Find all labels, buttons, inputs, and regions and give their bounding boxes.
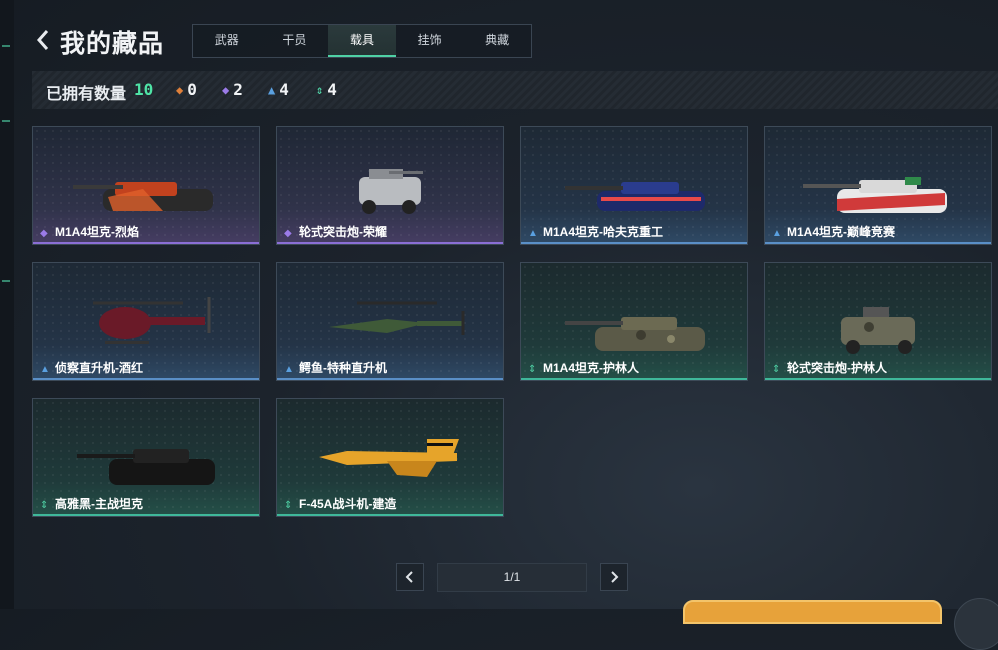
strip-marker [2,280,10,282]
vehicle-name: 高雅黑-主战坦克 [55,497,143,511]
chevron-right-icon [611,571,619,583]
bottom-action-button[interactable] [683,600,942,624]
green-arrows-icon: ⇕ [40,500,49,511]
vehicle-card[interactable]: ▲ M1A4坦克-哈夫克重工 [520,126,748,245]
tab-collection[interactable]: 典藏 [463,25,531,57]
owned-count-total: 10 [134,80,154,99]
chevron-left-icon [405,571,413,583]
green-arrows-icon: ⇕ [772,364,781,375]
strip-marker [2,120,10,122]
vehicle-name: 侦察直升机-酒红 [55,361,143,375]
purple-diamond-icon: ◆ [284,228,292,239]
green-arrows-icon: ⇕ [284,500,293,511]
left-edge-strip [0,0,14,609]
vehicle-name: 轮式突击炮-荣耀 [299,225,387,239]
back-arrow-icon[interactable] [34,28,54,52]
tab-weapons[interactable]: 武器 [193,25,261,57]
category-tabs: 武器 干员 载具 挂饰 典藏 [192,24,532,58]
page-indicator: 1/1 [437,563,587,592]
rarity-count-value: 4 [327,80,337,99]
vehicle-card[interactable]: ⇕ 轮式突击炮-护林人 [764,262,992,381]
rarity-purple-count: ◆ 2 [222,80,243,99]
vehicle-card[interactable]: ◆ M1A4坦克-烈焰 [32,126,260,245]
next-page-button[interactable] [600,563,628,591]
vehicle-name: M1A4坦克-护林人 [543,361,640,375]
rarity-count-value: 0 [187,80,197,99]
ownership-stats-bar: 已拥有数量 10 ◆ 0 ◆ 2 ▲ 4 ⇕ 4 [32,71,998,109]
vehicle-card[interactable]: ▲ 鳄鱼-特种直升机 [276,262,504,381]
blue-triangle-icon: ▲ [40,364,50,375]
blue-triangle-icon: ▲ [268,83,276,97]
tab-operators[interactable]: 干员 [261,25,329,57]
blue-triangle-icon: ▲ [772,228,782,239]
vehicle-card[interactable]: ▲ M1A4坦克-巅峰竞赛 [764,126,992,245]
vehicle-name: M1A4坦克-烈焰 [55,225,140,239]
vehicle-card[interactable]: ⇕ M1A4坦克-护林人 [520,262,748,381]
orange-diamond-icon: ◆ [176,83,184,97]
vehicle-card[interactable]: ⇕ 高雅黑-主战坦克 [32,398,260,517]
tab-charms[interactable]: 挂饰 [396,25,464,57]
strip-marker [2,45,10,47]
prev-page-button[interactable] [396,563,424,591]
owned-count-label: 已拥有数量 [46,86,127,103]
rarity-green-count: ⇕ 4 [316,80,337,99]
vehicle-card[interactable]: ◆ 轮式突击炮-荣耀 [276,126,504,245]
vehicle-card[interactable]: ▲ 侦察直升机-酒红 [32,262,260,381]
vehicle-card[interactable]: ⇕ F-45A战斗机-建造 [276,398,504,517]
green-arrows-icon: ⇕ [528,364,537,375]
rarity-count-value: 2 [233,80,243,99]
purple-diamond-icon: ◆ [40,228,48,239]
rarity-blue-count: ▲ 4 [268,80,289,99]
vehicle-name: M1A4坦克-巅峰竞赛 [787,225,896,239]
page-title: 我的藏品 [60,30,165,58]
bottom-corner-button[interactable] [954,598,998,650]
vehicle-name: M1A4坦克-哈夫克重工 [543,225,664,239]
rarity-count-value: 4 [279,80,289,99]
rarity-orange-count: ◆ 0 [176,80,197,99]
green-arrows-icon: ⇕ [316,83,324,97]
vehicle-name: 鳄鱼-特种直升机 [299,361,387,375]
blue-triangle-icon: ▲ [528,228,538,239]
vehicle-name: 轮式突击炮-护林人 [787,361,887,375]
tab-vehicles[interactable]: 载具 [328,25,396,57]
blue-triangle-icon: ▲ [284,364,294,375]
vehicle-name: F-45A战斗机-建造 [299,497,397,511]
purple-diamond-icon: ◆ [222,83,230,97]
